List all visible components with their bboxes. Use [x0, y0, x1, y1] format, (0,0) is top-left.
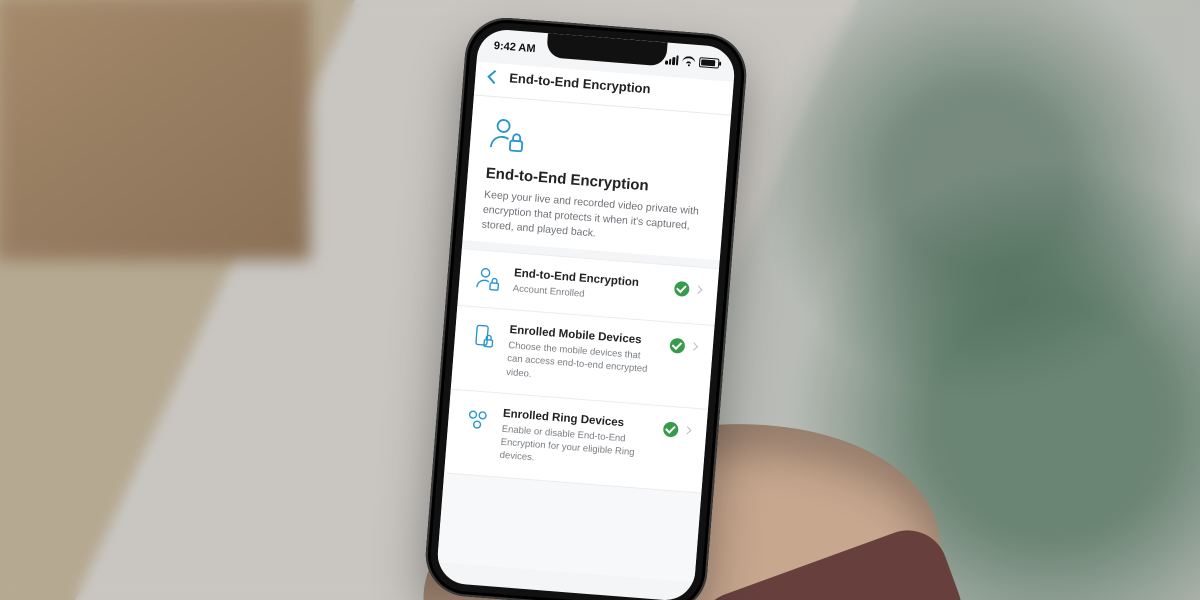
- nav-title: End-to-End Encryption: [509, 70, 651, 96]
- cellular-icon: [665, 54, 679, 65]
- phone-device: 9:42 AM End-to-End Encryption: [423, 15, 750, 600]
- person-lock-icon: [475, 264, 503, 293]
- person-lock-icon: [487, 115, 711, 170]
- row-subtitle: Enable or disable End-to-End Encryption …: [499, 423, 651, 474]
- hero-description: Keep your live and recorded video privat…: [481, 188, 706, 251]
- hero-section: End-to-End Encryption Keep your live and…: [463, 96, 732, 260]
- phone-screen[interactable]: 9:42 AM End-to-End Encryption: [436, 28, 737, 600]
- list-footer-space: [437, 472, 701, 582]
- wifi-icon: [682, 56, 696, 67]
- photo-background: 9:42 AM End-to-End Encryption: [0, 0, 1200, 600]
- status-check-icon: [674, 281, 690, 297]
- status-check-icon: [669, 338, 685, 354]
- phone-lock-icon: [470, 321, 498, 350]
- chevron-right-icon: [690, 343, 698, 351]
- chevron-right-icon: [694, 286, 702, 294]
- status-icons: [665, 54, 720, 68]
- phone-body: 9:42 AM End-to-End Encryption: [423, 15, 750, 600]
- chevron-right-icon: [683, 426, 691, 434]
- status-time: 9:42 AM: [493, 40, 536, 55]
- status-check-icon: [663, 421, 679, 437]
- battery-icon: [699, 57, 720, 69]
- row-subtitle: Choose the mobile devices that can acces…: [506, 339, 658, 390]
- back-icon[interactable]: [487, 70, 501, 84]
- settings-list: End-to-End Encryption Account Enrolled: [444, 248, 719, 493]
- ring-devices-icon: [463, 405, 491, 434]
